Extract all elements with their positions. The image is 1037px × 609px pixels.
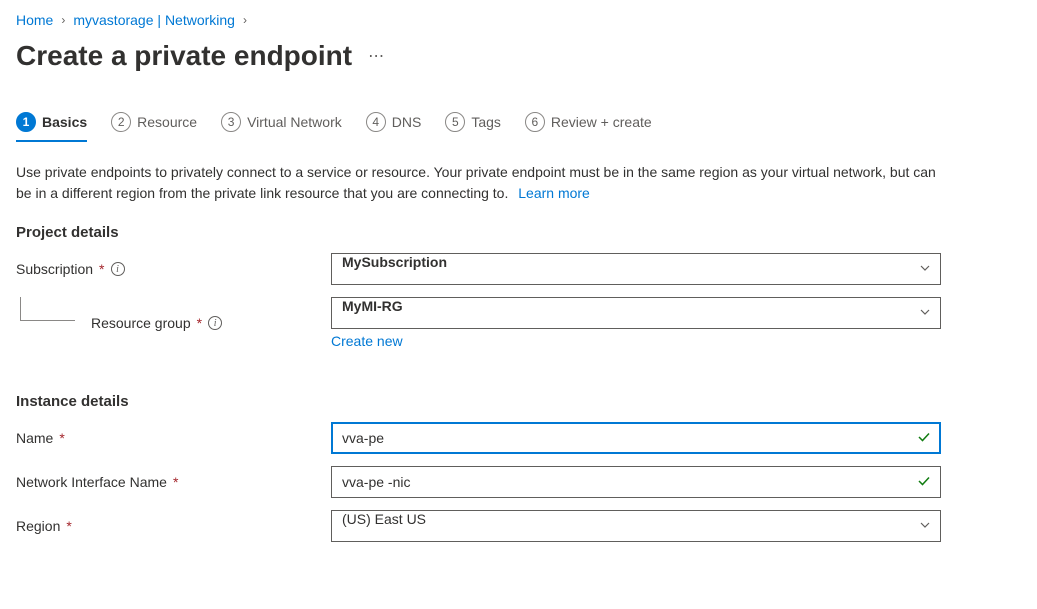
section-project-details: Project details xyxy=(16,224,1021,241)
tab-resource[interactable]: 2 Resource xyxy=(111,112,197,142)
description-text: Use private endpoints to privately conne… xyxy=(16,162,936,204)
create-new-link[interactable]: Create new xyxy=(331,333,403,349)
tab-badge: 2 xyxy=(111,112,131,132)
required-indicator: * xyxy=(66,518,71,534)
tab-label: Basics xyxy=(42,114,87,130)
tab-label: Virtual Network xyxy=(247,114,342,130)
nic-name-input[interactable] xyxy=(331,466,941,498)
tab-label: Resource xyxy=(137,114,197,130)
region-label: Region xyxy=(16,518,60,534)
breadcrumb-resource[interactable]: myvastorage | Networking xyxy=(73,12,235,28)
tab-label: Review + create xyxy=(551,114,652,130)
name-label: Name xyxy=(16,430,53,446)
resource-group-label: Resource group xyxy=(91,315,191,331)
more-icon[interactable]: ⋯ xyxy=(368,46,385,66)
chevron-right-icon: › xyxy=(243,13,247,27)
tab-badge: 3 xyxy=(221,112,241,132)
tab-badge: 1 xyxy=(16,112,36,132)
required-indicator: * xyxy=(197,315,202,331)
nic-name-label: Network Interface Name xyxy=(16,474,167,490)
tab-label: Tags xyxy=(471,114,501,130)
info-icon[interactable]: i xyxy=(208,316,222,330)
breadcrumb-home[interactable]: Home xyxy=(16,12,53,28)
tree-connector xyxy=(20,297,75,321)
tab-basics[interactable]: 1 Basics xyxy=(16,112,87,142)
subscription-label: Subscription xyxy=(16,261,93,277)
region-select[interactable]: (US) East US xyxy=(331,510,941,542)
tab-badge: 4 xyxy=(366,112,386,132)
tab-badge: 5 xyxy=(445,112,465,132)
required-indicator: * xyxy=(99,261,104,277)
tab-badge: 6 xyxy=(525,112,545,132)
learn-more-link[interactable]: Learn more xyxy=(518,185,590,201)
page-title: Create a private endpoint xyxy=(16,40,352,72)
name-input[interactable] xyxy=(331,422,941,454)
breadcrumb: Home › myvastorage | Networking › xyxy=(16,12,1021,28)
tab-review-create[interactable]: 6 Review + create xyxy=(525,112,652,142)
resource-group-select[interactable]: MyMI-RG xyxy=(331,297,941,329)
tab-tags[interactable]: 5 Tags xyxy=(445,112,501,142)
required-indicator: * xyxy=(173,474,178,490)
info-icon[interactable]: i xyxy=(111,262,125,276)
tabs: 1 Basics 2 Resource 3 Virtual Network 4 … xyxy=(16,112,1021,142)
required-indicator: * xyxy=(59,430,64,446)
chevron-right-icon: › xyxy=(61,13,65,27)
tab-label: DNS xyxy=(392,114,422,130)
tab-dns[interactable]: 4 DNS xyxy=(366,112,422,142)
tab-virtual-network[interactable]: 3 Virtual Network xyxy=(221,112,342,142)
subscription-select[interactable]: MySubscription xyxy=(331,253,941,285)
section-instance-details: Instance details xyxy=(16,393,1021,410)
